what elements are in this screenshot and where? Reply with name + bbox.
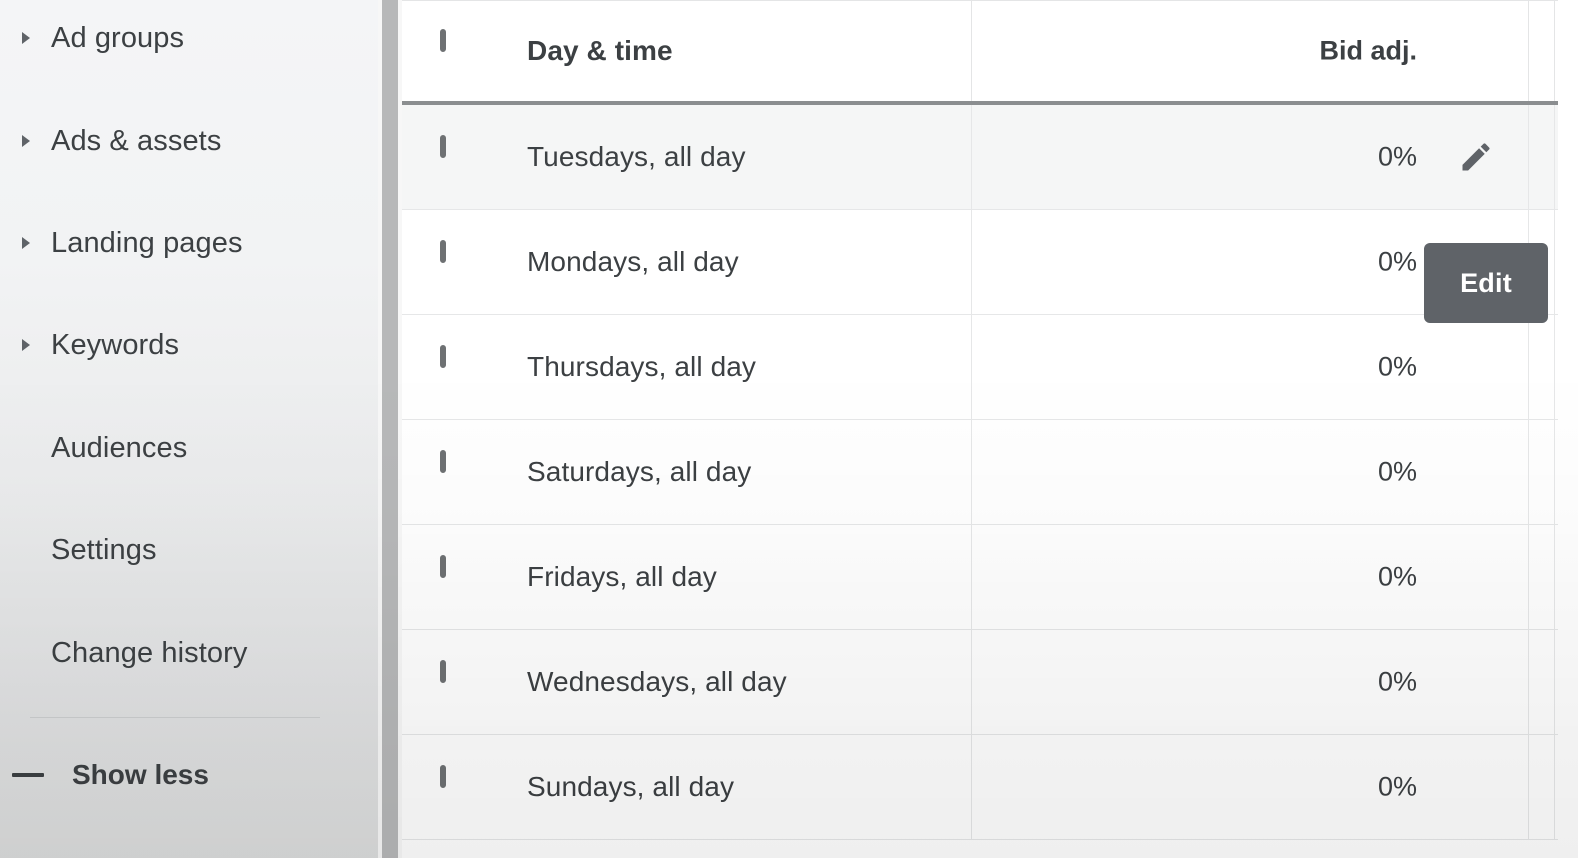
sidebar-item-change-history[interactable]: Change history bbox=[0, 622, 382, 684]
column-divider bbox=[1528, 420, 1529, 524]
table-row[interactable]: Thursdays, all day 0% bbox=[382, 315, 1558, 420]
column-divider bbox=[971, 735, 972, 839]
triangle-right-icon[interactable] bbox=[20, 31, 32, 45]
sidebar-item-landing-pages[interactable]: Landing pages bbox=[0, 212, 382, 274]
column-divider bbox=[1554, 315, 1555, 419]
sidebar-divider bbox=[30, 717, 320, 718]
checkbox-box[interactable] bbox=[440, 555, 446, 578]
column-header-bid-adj[interactable]: Bid adj. bbox=[1319, 36, 1417, 67]
row-checkbox[interactable] bbox=[440, 765, 478, 806]
column-divider bbox=[1528, 1, 1529, 101]
sidebar-item-label: Landing pages bbox=[51, 226, 243, 259]
cell-day-time: Tuesdays, all day bbox=[527, 141, 746, 172]
row-checkbox[interactable] bbox=[440, 345, 478, 386]
column-divider bbox=[971, 105, 972, 209]
minus-icon bbox=[12, 773, 44, 777]
column-divider bbox=[1528, 105, 1529, 209]
sidebar-item-label: Audiences bbox=[51, 431, 188, 464]
sidebar-item-label: Keywords bbox=[51, 328, 180, 361]
column-divider bbox=[971, 315, 972, 419]
table-row[interactable]: Saturdays, all day 0% bbox=[382, 420, 1558, 525]
triangle-right-icon[interactable] bbox=[20, 338, 32, 352]
checkbox-box[interactable] bbox=[440, 345, 446, 368]
left-navigation-sidebar: Ad groups Ads & assets Landing pages Keywor… bbox=[0, 0, 382, 858]
column-divider bbox=[1528, 735, 1529, 839]
show-less-button[interactable]: Show less bbox=[0, 746, 382, 804]
sidebar-item-label: Settings bbox=[51, 533, 157, 566]
cell-day-time: Fridays, all day bbox=[527, 561, 717, 592]
sidebar-item-audiences[interactable]: Audiences bbox=[0, 417, 382, 479]
column-divider bbox=[1554, 1, 1555, 101]
cell-bid-adj: 0% bbox=[1377, 666, 1417, 697]
checkbox-box[interactable] bbox=[440, 450, 446, 473]
table-row[interactable]: Mondays, all day 0% bbox=[382, 210, 1558, 315]
column-header-day-time[interactable]: Day & time bbox=[527, 35, 673, 67]
checkbox-box[interactable] bbox=[440, 29, 446, 52]
row-checkbox[interactable] bbox=[440, 135, 478, 176]
column-divider bbox=[971, 210, 972, 314]
cell-bid-adj: 0% bbox=[1377, 456, 1417, 487]
table-row[interactable]: Tuesdays, all day 0% bbox=[382, 105, 1558, 210]
table-row[interactable]: Wednesdays, all day 0% bbox=[382, 630, 1558, 735]
checkbox-box[interactable] bbox=[440, 240, 446, 263]
sidebar-item-keywords[interactable]: Keywords bbox=[0, 314, 382, 376]
column-divider bbox=[1528, 525, 1529, 629]
checkbox-box[interactable] bbox=[440, 135, 446, 158]
column-divider bbox=[1554, 420, 1555, 524]
app-screen: Ad groups Ads & assets Landing pages Keywor… bbox=[0, 0, 1578, 858]
vertical-scrollbar-track[interactable] bbox=[378, 0, 402, 858]
cell-day-time: Sundays, all day bbox=[527, 771, 735, 802]
row-checkbox[interactable] bbox=[440, 555, 478, 596]
column-divider bbox=[971, 1, 972, 101]
vertical-scrollbar-thumb[interactable] bbox=[382, 0, 398, 858]
pencil-edit-icon[interactable] bbox=[1456, 137, 1496, 177]
column-divider bbox=[971, 630, 972, 734]
cell-day-time: Mondays, all day bbox=[527, 246, 739, 277]
sidebar-item-label: Ads & assets bbox=[51, 124, 222, 157]
column-divider bbox=[1554, 105, 1555, 209]
cell-bid-adj: 0% bbox=[1377, 561, 1417, 592]
cell-bid-adj: 0% bbox=[1377, 351, 1417, 382]
cell-day-time: Saturdays, all day bbox=[527, 456, 752, 487]
column-divider bbox=[1554, 630, 1555, 734]
edit-tooltip: Edit bbox=[1424, 243, 1548, 323]
sidebar-item-ads-assets[interactable]: Ads & assets bbox=[0, 110, 382, 172]
triangle-right-icon[interactable] bbox=[20, 134, 32, 148]
row-checkbox[interactable] bbox=[440, 450, 478, 491]
edit-tooltip-label: Edit bbox=[1460, 267, 1512, 298]
sidebar-item-label: Ad groups bbox=[51, 21, 185, 54]
table-row[interactable]: Fridays, all day 0% bbox=[382, 525, 1558, 630]
column-divider bbox=[1554, 210, 1555, 314]
table-row[interactable]: Sundays, all day 0% bbox=[382, 735, 1558, 840]
sidebar-item-settings[interactable]: Settings bbox=[0, 519, 382, 581]
checkbox-box[interactable] bbox=[440, 660, 446, 683]
column-divider bbox=[1528, 630, 1529, 734]
select-all-checkbox[interactable] bbox=[440, 29, 478, 70]
cell-bid-adj: 0% bbox=[1377, 246, 1417, 277]
cell-day-time: Thursdays, all day bbox=[527, 351, 757, 382]
show-less-label: Show less bbox=[72, 759, 209, 790]
row-checkbox[interactable] bbox=[440, 660, 478, 701]
triangle-right-icon[interactable] bbox=[20, 236, 32, 250]
column-divider bbox=[1554, 735, 1555, 839]
row-checkbox[interactable] bbox=[440, 240, 478, 281]
cell-day-time: Wednesdays, all day bbox=[527, 666, 787, 697]
checkbox-box[interactable] bbox=[440, 765, 446, 788]
column-divider bbox=[971, 525, 972, 629]
bid-adjustments-table: Day & time Bid adj. Tuesdays, all day 0% Mon… bbox=[382, 0, 1558, 840]
column-divider bbox=[971, 420, 972, 524]
data-table-area: Day & time Bid adj. Tuesdays, all day 0% Mon… bbox=[382, 0, 1558, 858]
sidebar-item-ad-groups[interactable]: Ad groups bbox=[0, 7, 382, 69]
sidebar-item-label: Change history bbox=[51, 636, 248, 669]
column-divider bbox=[1528, 315, 1529, 419]
table-header-row: Day & time Bid adj. bbox=[382, 0, 1558, 105]
column-divider bbox=[1554, 525, 1555, 629]
cell-bid-adj: 0% bbox=[1377, 141, 1417, 172]
cell-bid-adj: 0% bbox=[1377, 771, 1417, 802]
